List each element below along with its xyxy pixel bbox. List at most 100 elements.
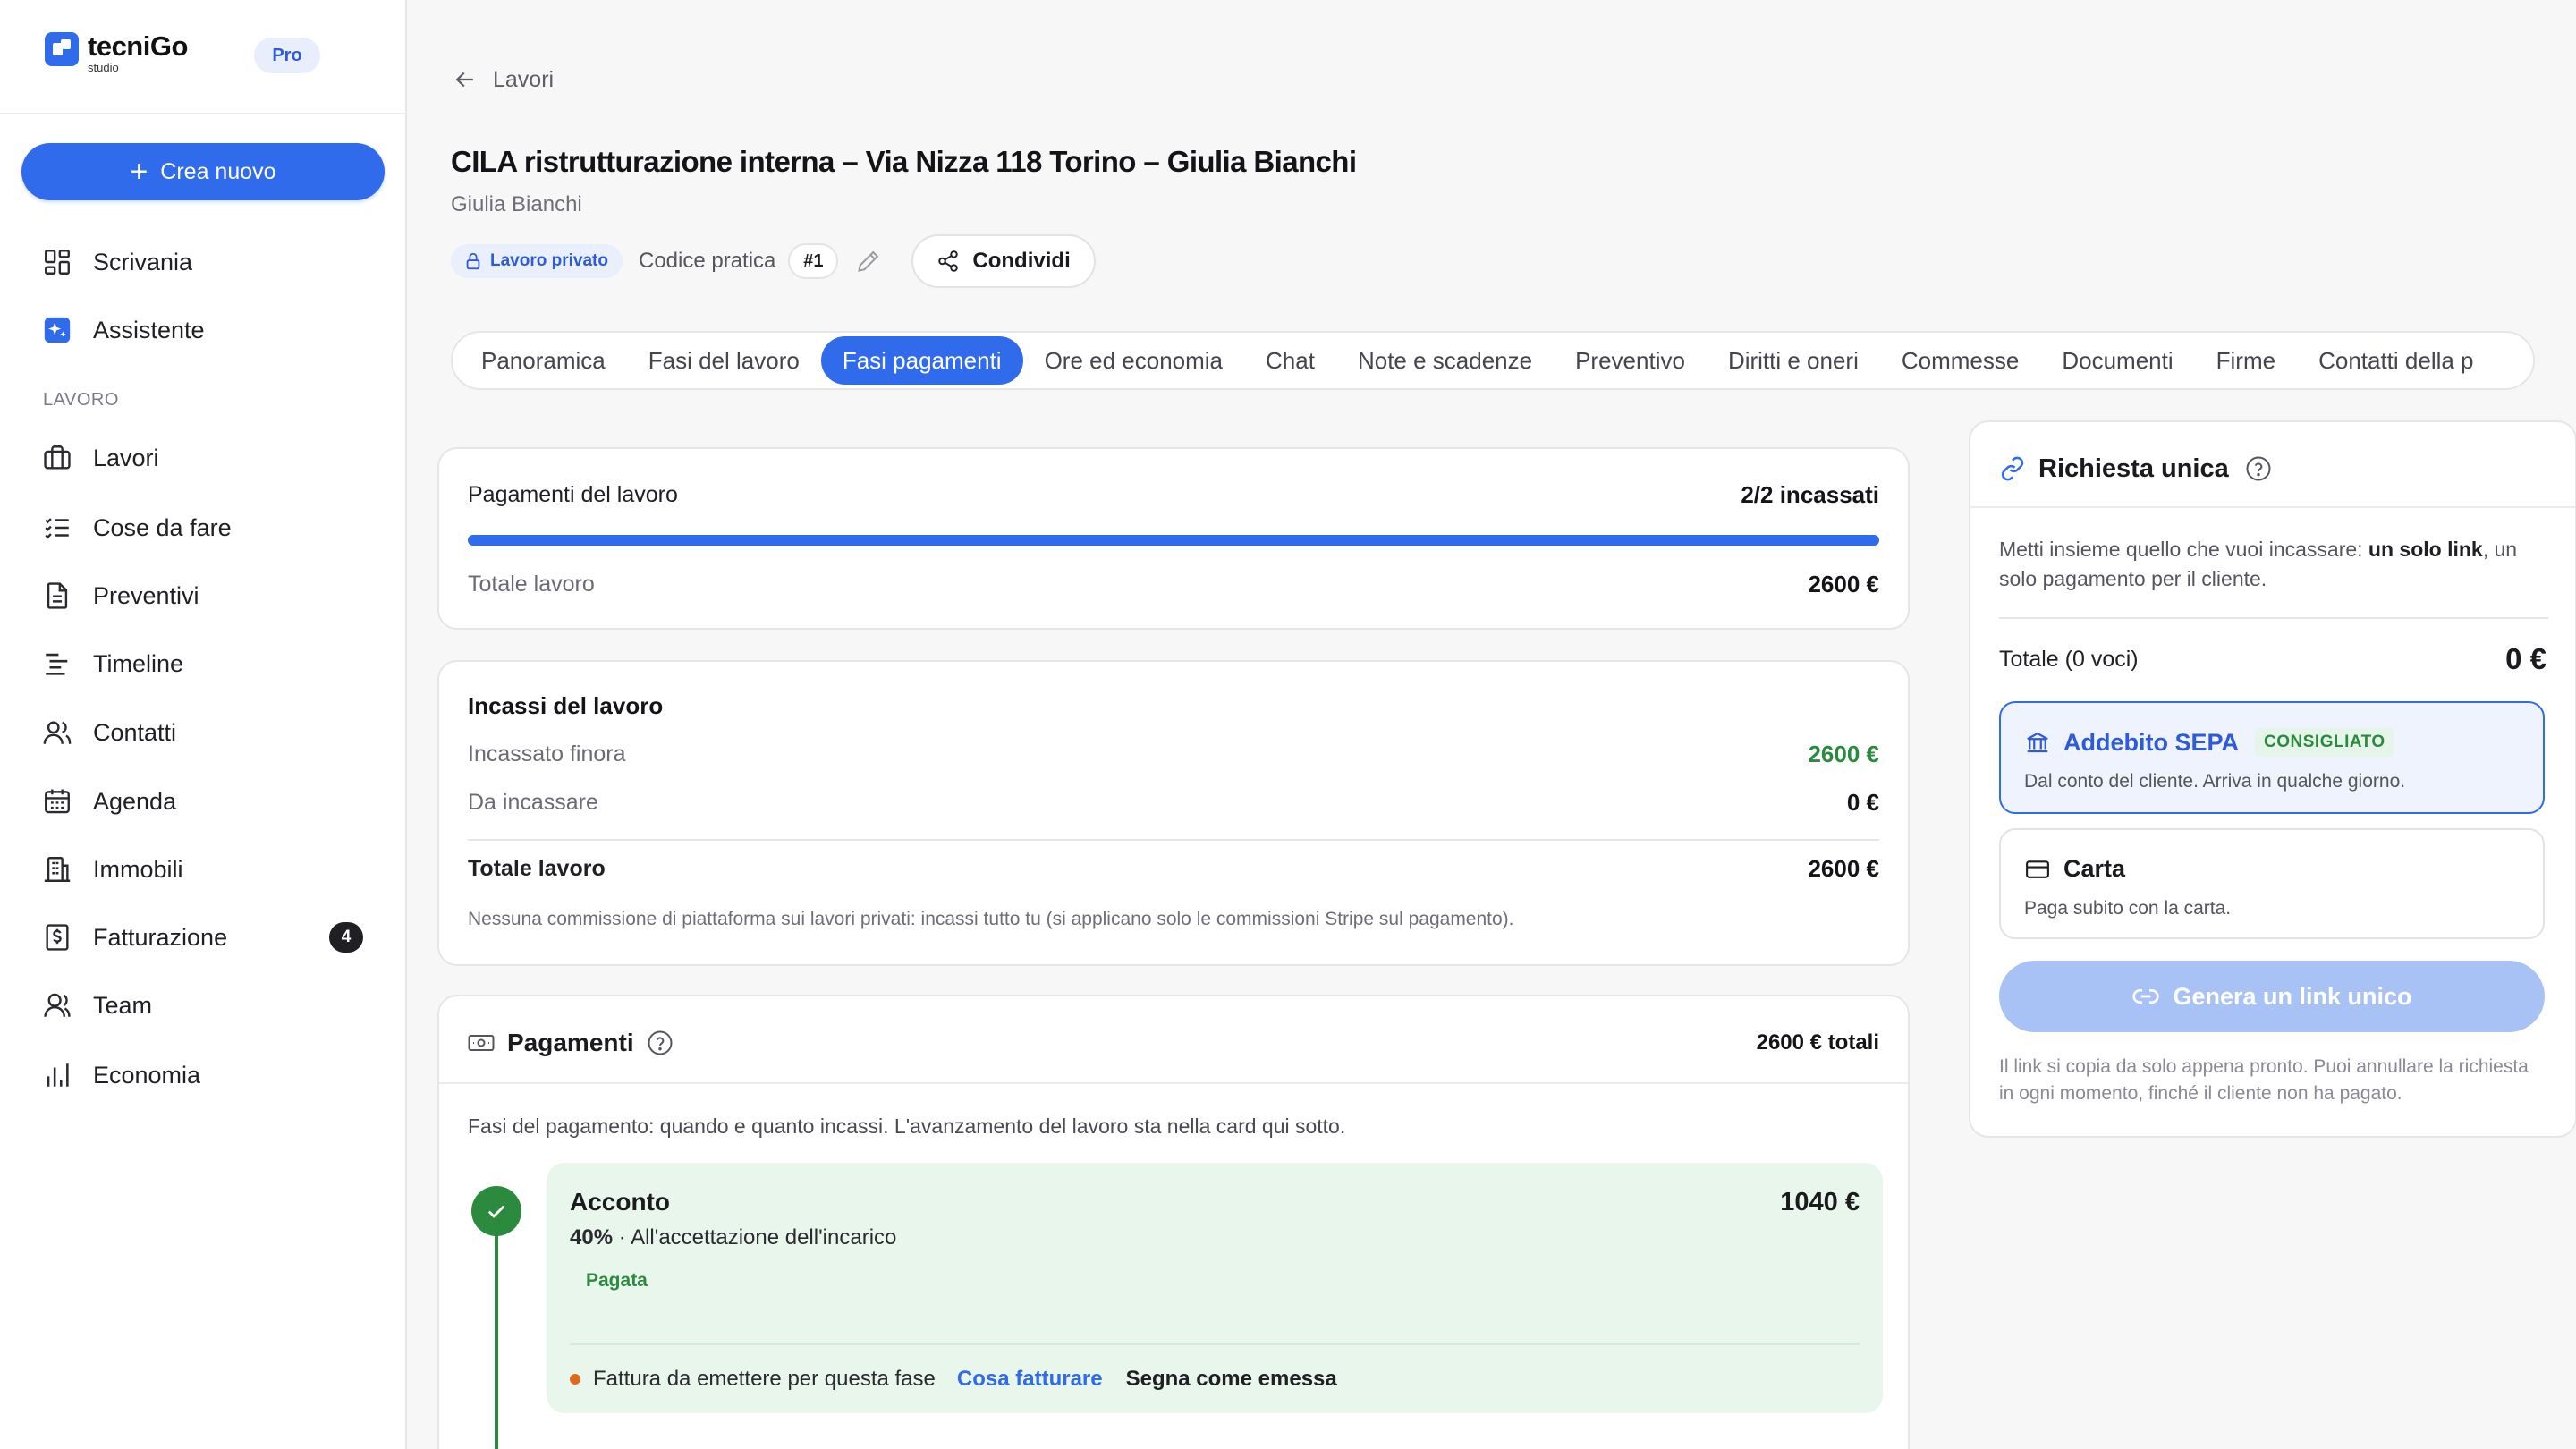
paid-status-badge: Pagata bbox=[570, 1263, 664, 1299]
card-description: Paga subito con la carta. bbox=[2024, 898, 2232, 919]
sidebar-item-preventivi[interactable]: Preventivi bbox=[41, 576, 199, 615]
tab-documenti[interactable]: Documenti bbox=[2040, 336, 2194, 385]
tab-panoramica[interactable]: Panoramica bbox=[460, 336, 627, 385]
lock-icon bbox=[466, 252, 480, 270]
create-new-button[interactable]: + Crea nuovo bbox=[21, 143, 385, 200]
bank-icon bbox=[2027, 732, 2048, 753]
document-icon bbox=[41, 580, 73, 612]
back-link[interactable]: Lavori bbox=[452, 66, 554, 93]
phase-percent: 40% bbox=[570, 1225, 614, 1250]
private-job-badge: Lavoro privato bbox=[451, 244, 623, 278]
plus-icon: + bbox=[130, 155, 148, 189]
income-total-value: 2600 € bbox=[1808, 855, 1879, 882]
share-button[interactable]: Condividi bbox=[911, 234, 1096, 288]
cash-icon bbox=[468, 1035, 495, 1051]
tab-commesse[interactable]: Commesse bbox=[1880, 336, 2040, 385]
pencil-icon[interactable] bbox=[856, 249, 881, 274]
sidebar-item-team[interactable]: Team bbox=[41, 986, 152, 1025]
tab-preventivo[interactable]: Preventivo bbox=[1554, 336, 1707, 385]
tab-firme[interactable]: Firme bbox=[2195, 336, 2297, 385]
sidebar-item-timeline[interactable]: Timeline bbox=[41, 644, 183, 683]
sidebar-item-label: Timeline bbox=[93, 649, 184, 677]
brand-name: tecniGo bbox=[88, 30, 188, 62]
due-value: 0 € bbox=[1846, 789, 1879, 816]
invoice-icon bbox=[41, 921, 73, 953]
sidebar-item-cose-da-fare[interactable]: Cose da fare bbox=[41, 508, 232, 547]
sidebar-item-label: Lavori bbox=[93, 444, 159, 471]
recommended-badge: CONSIGLIATO bbox=[2255, 728, 2394, 757]
code-label: Codice pratica bbox=[638, 249, 776, 273]
sepa-option[interactable]: Addebito SEPA CONSIGLIATO Dal conto del … bbox=[1999, 701, 2545, 814]
sidebar-item-label: Scrivania bbox=[93, 248, 193, 275]
collected-label: Incassato finora bbox=[468, 741, 626, 767]
grid-icon bbox=[41, 246, 73, 278]
payments-title: Pagamenti bbox=[507, 1029, 634, 1056]
card-option[interactable]: Carta Paga subito con la carta. bbox=[1999, 828, 2545, 939]
sidebar-item-immobili[interactable]: Immobili bbox=[41, 850, 183, 889]
help-icon[interactable] bbox=[2245, 455, 2272, 482]
brand-logo-link[interactable]: tecniGo studio bbox=[45, 32, 188, 73]
single-request-panel: Richiesta unica Metti insieme quello che… bbox=[1969, 420, 2576, 1138]
single-request-footnote: Il link si copia da solo appena pronto. … bbox=[1999, 1056, 2529, 1104]
payments-total: 2600 € totali bbox=[1756, 1030, 1879, 1055]
sidebar-item-lavori[interactable]: Lavori bbox=[41, 438, 159, 478]
timeline-icon bbox=[41, 648, 73, 680]
help-icon[interactable] bbox=[647, 1030, 674, 1056]
what-to-invoice-link[interactable]: Cosa fatturare bbox=[957, 1367, 1103, 1392]
arrow-left-icon bbox=[455, 72, 473, 88]
phase-name: Acconto bbox=[570, 1188, 670, 1216]
tab-fasi-pagamenti[interactable]: Fasi pagamenti bbox=[820, 336, 1023, 385]
sidebar-item-label: Immobili bbox=[93, 855, 183, 883]
share-icon bbox=[938, 250, 959, 272]
sidebar-item-label: Cose da fare bbox=[93, 513, 232, 541]
sidebar-item-label: Economia bbox=[93, 1061, 201, 1089]
panel-divider bbox=[1999, 617, 2548, 619]
card-title: Carta bbox=[2063, 855, 2126, 882]
tab-chat[interactable]: Chat bbox=[1244, 336, 1336, 385]
tab-contatti[interactable]: Contatti della p bbox=[2297, 336, 2495, 385]
sidebar-divider bbox=[0, 113, 407, 114]
sidebar-item-label: Assistente bbox=[93, 316, 205, 343]
link-icon bbox=[2001, 456, 2024, 481]
payments-card: Pagamenti 2600 € totali Fasi del pagamen… bbox=[437, 995, 1910, 1449]
due-label: Da incassare bbox=[468, 790, 598, 815]
sepa-description: Dal conto del cliente. Arriva in qualche… bbox=[2024, 771, 2406, 792]
brand-logo-icon bbox=[45, 32, 79, 66]
sparkle-icon bbox=[41, 314, 73, 346]
sidebar-item-scrivania[interactable]: Scrivania bbox=[41, 242, 192, 282]
sidebar-item-fatturazione[interactable]: Fatturazione bbox=[41, 918, 227, 957]
share-label: Condividi bbox=[972, 249, 1071, 273]
tab-note-e-scadenze[interactable]: Note e scadenze bbox=[1336, 336, 1554, 385]
single-request-title: Richiesta unica bbox=[2038, 453, 2229, 483]
sepa-title: Addebito SEPA bbox=[2063, 728, 2240, 756]
meta-row: Lavoro privato Codice pratica #1 Condivi… bbox=[451, 234, 1096, 288]
sidebar: tecniGo studio Pro + Crea nuovo Scrivani… bbox=[0, 0, 407, 1449]
commission-note: Nessuna commissione di piattaforma sui l… bbox=[468, 909, 1514, 929]
private-badge-label: Lavoro privato bbox=[490, 251, 608, 270]
payments-progress-fill bbox=[468, 535, 1879, 546]
generate-link-label: Genera un link unico bbox=[2173, 982, 2412, 1010]
tab-bar: Panoramica Fasi del lavoro Fasi pagament… bbox=[451, 331, 2535, 390]
team-icon bbox=[41, 989, 73, 1021]
phase-card-acconto[interactable]: Acconto 1040 € 40% · All'accettazione de… bbox=[547, 1163, 1883, 1413]
mark-issued-button[interactable]: Segna come emessa bbox=[1126, 1367, 1337, 1392]
plan-badge: Pro bbox=[254, 38, 320, 73]
credit-card-icon bbox=[2026, 860, 2049, 878]
tab-diritti-e-oneri[interactable]: Diritti e oneri bbox=[1707, 336, 1880, 385]
payments-divider bbox=[439, 1082, 1908, 1084]
phase-condition: All'accettazione dell'incarico bbox=[631, 1225, 897, 1250]
sidebar-item-assistente[interactable]: Assistente bbox=[41, 310, 205, 350]
sidebar-item-agenda[interactable]: Agenda bbox=[41, 782, 176, 821]
create-new-label: Crea nuovo bbox=[160, 158, 276, 184]
sidebar-item-label: Agenda bbox=[93, 787, 177, 815]
sidebar-item-contatti[interactable]: Contatti bbox=[41, 713, 176, 752]
phase-divider bbox=[570, 1343, 1860, 1345]
tab-fasi-del-lavoro[interactable]: Fasi del lavoro bbox=[627, 336, 821, 385]
request-total-label: Totale (0 voci) bbox=[1999, 646, 2139, 672]
payments-intro: Fasi del pagamento: quando e quanto inca… bbox=[468, 1114, 1346, 1138]
link-icon bbox=[2132, 989, 2160, 1004]
client-name: Giulia Bianchi bbox=[451, 192, 582, 216]
tab-ore-ed-economia[interactable]: Ore ed economia bbox=[1023, 336, 1244, 385]
generate-link-button[interactable]: Genera un link unico bbox=[1999, 961, 2545, 1032]
sidebar-item-economia[interactable]: Economia bbox=[41, 1055, 200, 1095]
